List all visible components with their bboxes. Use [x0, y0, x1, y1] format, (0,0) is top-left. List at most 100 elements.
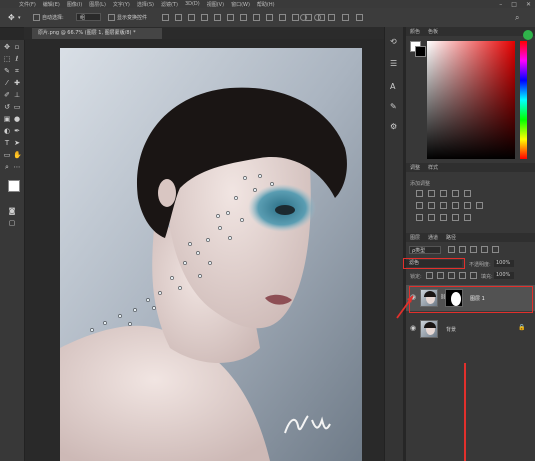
search-icon[interactable]: ⌕ — [515, 13, 519, 23]
hue-slider[interactable] — [520, 41, 527, 159]
distribute-hcenter-icon[interactable] — [292, 14, 299, 21]
invert-icon[interactable] — [416, 214, 423, 221]
menu-type[interactable]: 文字(Y) — [113, 1, 130, 8]
menu-3d[interactable]: 3D(D) — [185, 1, 200, 7]
maximize-icon[interactable]: □ — [511, 1, 517, 8]
tab-swatches[interactable]: 色板 — [428, 28, 438, 35]
move-tool-icon[interactable]: ✥ — [3, 43, 11, 51]
menu-window[interactable]: 窗口(W) — [231, 1, 250, 8]
lock-artboard-icon[interactable] — [459, 272, 466, 279]
properties-panel-icon[interactable]: ☰ — [390, 59, 397, 68]
hue-saturation-icon[interactable] — [416, 202, 423, 209]
selective-color-icon[interactable] — [464, 214, 471, 221]
tab-adjustments[interactable]: 调整 — [410, 164, 420, 171]
gradient-map-icon[interactable] — [452, 214, 459, 221]
black-white-icon[interactable] — [440, 202, 447, 209]
zoom-tool-icon[interactable]: ⌕ — [3, 163, 11, 171]
lock-position-icon[interactable] — [448, 272, 455, 279]
gradient-tool-icon[interactable]: ▣ — [3, 115, 11, 123]
filter-pixel-icon[interactable] — [448, 246, 455, 253]
brush-panel-icon[interactable]: ✎ — [390, 102, 397, 111]
color-balance-icon[interactable] — [428, 202, 435, 209]
filter-smart-icon[interactable] — [492, 246, 499, 253]
tab-paths[interactable]: 路径 — [446, 234, 456, 241]
filter-shape-icon[interactable] — [481, 246, 488, 253]
3d-slide-icon[interactable] — [342, 14, 349, 21]
layer-row-background[interactable]: ◉ 背景 🔒 — [406, 316, 535, 342]
3d-drag-icon[interactable] — [328, 14, 335, 21]
artboard-tool-icon[interactable]: ▫ — [13, 43, 21, 51]
lasso-tool-icon[interactable]: ℓ — [13, 55, 21, 63]
lock-pixels-icon[interactable] — [437, 272, 444, 279]
background-layer-name[interactable]: 背景 — [446, 326, 456, 333]
brightness-contrast-icon[interactable] — [416, 190, 423, 197]
3d-rotate-icon[interactable] — [300, 14, 307, 21]
blend-mode-dropdown[interactable]: 滤色 — [406, 260, 462, 267]
path-select-icon[interactable]: ➤ — [13, 139, 21, 147]
menu-filter[interactable]: 滤镜(T) — [161, 1, 178, 8]
layer-visibility-eye-icon[interactable]: ◉ — [410, 324, 416, 332]
exposure-icon[interactable] — [452, 190, 459, 197]
menu-view[interactable]: 视图(V) — [207, 1, 224, 8]
transform-controls-checkbox[interactable] — [108, 14, 115, 21]
marquee-tool-icon[interactable]: ⬚ — [3, 55, 11, 63]
pen-tool-icon[interactable]: ✒ — [13, 127, 21, 135]
photo-filter-icon[interactable] — [452, 202, 459, 209]
more-tools-icon[interactable]: ⋯ — [13, 163, 21, 171]
menu-select[interactable]: 选择(S) — [137, 1, 154, 8]
curves-icon[interactable] — [440, 190, 447, 197]
foreground-color-swatch[interactable] — [8, 180, 20, 192]
vibrance-icon[interactable] — [464, 190, 471, 197]
shape-tool-icon[interactable]: ▭ — [3, 151, 11, 159]
filter-type-icon[interactable] — [470, 246, 477, 253]
document-tab[interactable]: 原片.png @ 66.7% (图层 1, 图层蒙版/8) * — [32, 28, 162, 39]
tab-color[interactable]: 颜色 — [410, 28, 420, 35]
healing-brush-icon[interactable]: ✚ — [13, 79, 21, 87]
dodge-tool-icon[interactable]: ◐ — [3, 127, 11, 135]
distribute-vcenter-icon[interactable] — [253, 14, 260, 21]
brush-tool-icon[interactable]: ✐ — [3, 91, 11, 99]
quick-mask-icon[interactable]: ◙ — [8, 207, 16, 215]
lock-transparent-icon[interactable] — [426, 272, 433, 279]
align-bottom-icon[interactable] — [188, 14, 195, 21]
eyedropper-tool-icon[interactable]: ⁄ — [3, 79, 11, 87]
history-brush-icon[interactable]: ↺ — [3, 103, 11, 111]
move-tool-icon[interactable]: ✥ — [8, 13, 15, 22]
screen-mode-icon[interactable]: ▢ — [8, 219, 16, 227]
tab-layers[interactable]: 图层 — [410, 234, 420, 241]
color-lookup-icon[interactable] — [476, 202, 483, 209]
distribute-top-icon[interactable] — [240, 14, 247, 21]
auto-select-dropdown[interactable]: 组 — [76, 13, 101, 21]
threshold-icon[interactable] — [440, 214, 447, 221]
tool-preset-chevron-icon[interactable]: ▾ — [18, 15, 21, 21]
tool-presets-icon[interactable]: ⚙ — [390, 122, 397, 131]
tab-channels[interactable]: 通道 — [428, 234, 438, 241]
character-panel-icon[interactable]: A — [390, 82, 395, 91]
clone-stamp-icon[interactable]: ⊥ — [13, 91, 21, 99]
filter-adjust-icon[interactable] — [459, 246, 466, 253]
layer-kind-filter[interactable]: ρ类型 — [409, 246, 441, 254]
menu-edit[interactable]: 编辑(E) — [43, 1, 60, 8]
align-vcenter-icon[interactable] — [175, 14, 182, 21]
close-icon[interactable]: ✕ — [526, 1, 531, 8]
tab-styles[interactable]: 样式 — [428, 164, 438, 171]
posterize-icon[interactable] — [428, 214, 435, 221]
opacity-input[interactable]: 100% — [494, 260, 514, 267]
menu-layer[interactable]: 图层(L) — [89, 1, 106, 8]
crop-tool-icon[interactable]: ⌗ — [13, 67, 21, 75]
history-panel-icon[interactable]: ⟲ — [390, 37, 397, 46]
menu-image[interactable]: 图像(I) — [67, 1, 82, 8]
document-canvas[interactable]: yu — [60, 48, 362, 461]
type-tool-icon[interactable]: T — [3, 139, 11, 147]
menu-file[interactable]: 文件(F) — [19, 1, 36, 8]
menu-help[interactable]: 帮助(H) — [257, 1, 275, 8]
3d-scale-icon[interactable] — [356, 14, 363, 21]
distribute-left-icon[interactable] — [279, 14, 286, 21]
blur-tool-icon[interactable]: ● — [13, 115, 21, 123]
distribute-bottom-icon[interactable] — [266, 14, 273, 21]
fill-input[interactable]: 100% — [494, 272, 514, 279]
align-left-icon[interactable] — [201, 14, 208, 21]
eraser-tool-icon[interactable]: ▭ — [13, 103, 21, 111]
background-thumbnail[interactable] — [420, 320, 438, 338]
align-right-icon[interactable] — [227, 14, 234, 21]
